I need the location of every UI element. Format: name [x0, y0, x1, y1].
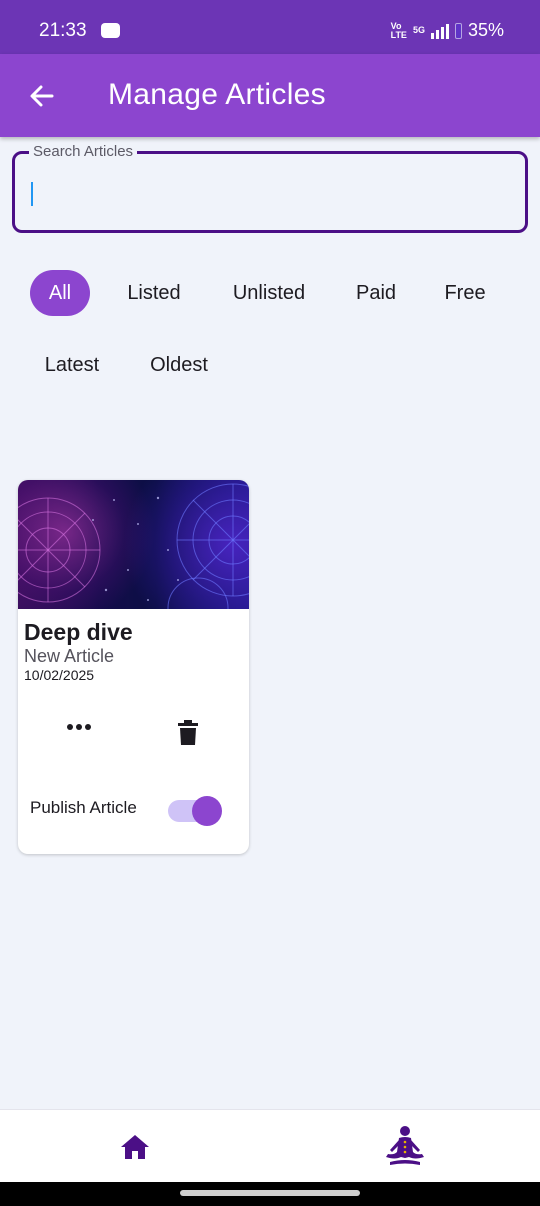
filter-chip-paid[interactable]: Paid — [346, 270, 406, 316]
battery-percentage: 35% — [467, 20, 504, 40]
search-label: Search Articles — [29, 143, 138, 160]
article-subtitle: New Article — [24, 646, 115, 666]
delete-button[interactable] — [177, 720, 199, 746]
publish-toggle[interactable] — [168, 794, 224, 828]
back-button[interactable] — [26, 80, 58, 112]
notification-app-icon — [101, 23, 120, 38]
more-horizontal-icon — [67, 724, 73, 730]
filter-chip-unlisted[interactable]: Unlisted — [222, 270, 316, 316]
battery-icon — [454, 22, 462, 39]
home-icon — [121, 1135, 149, 1159]
article-card[interactable]: Deep dive New Article 10/02/2025 Publish… — [18, 480, 249, 854]
volte-icon: Vo LTE — [390, 20, 407, 40]
page-title: Manage Articles — [108, 78, 326, 111]
arrow-left-icon — [30, 85, 54, 107]
network-type: 5G — [412, 25, 425, 35]
zodiac-wheel-art — [18, 483, 249, 609]
article-title: Deep dive — [24, 619, 133, 645]
trash-icon — [178, 720, 198, 745]
nav-meditation-button[interactable] — [382, 1124, 428, 1170]
filter-chip-latest[interactable]: Latest — [32, 342, 112, 388]
system-navigation-bar — [0, 1182, 540, 1206]
article-date: 10/02/2025 — [24, 667, 95, 683]
bottom-navigation — [0, 1109, 540, 1182]
meditation-icon — [386, 1126, 424, 1165]
article-image — [18, 480, 249, 609]
status-time: 21:33 — [39, 20, 87, 41]
search-field[interactable]: Search Articles — [12, 143, 528, 233]
toggle-thumb — [192, 796, 222, 826]
filter-chip-oldest[interactable]: Oldest — [140, 342, 218, 388]
app-screen: 21:33 Vo LTE 5G 35% Manage Articles Searc… — [0, 0, 540, 1206]
nav-home-button[interactable] — [119, 1131, 151, 1163]
more-options-button[interactable] — [62, 716, 96, 738]
status-indicators: Vo LTE 5G 35% — [391, 20, 504, 41]
publish-label: Publish Article — [30, 798, 137, 817]
signal-icon — [430, 23, 449, 39]
search-input[interactable] — [31, 174, 511, 214]
gesture-home-pill[interactable] — [180, 1190, 360, 1196]
status-bar: 21:33 Vo LTE 5G 35% — [0, 0, 540, 54]
filter-chip-all[interactable]: All — [30, 270, 90, 316]
filter-chip-free[interactable]: Free — [436, 270, 494, 316]
filter-chip-listed[interactable]: Listed — [116, 270, 192, 316]
app-bar: Manage Articles — [0, 54, 540, 137]
